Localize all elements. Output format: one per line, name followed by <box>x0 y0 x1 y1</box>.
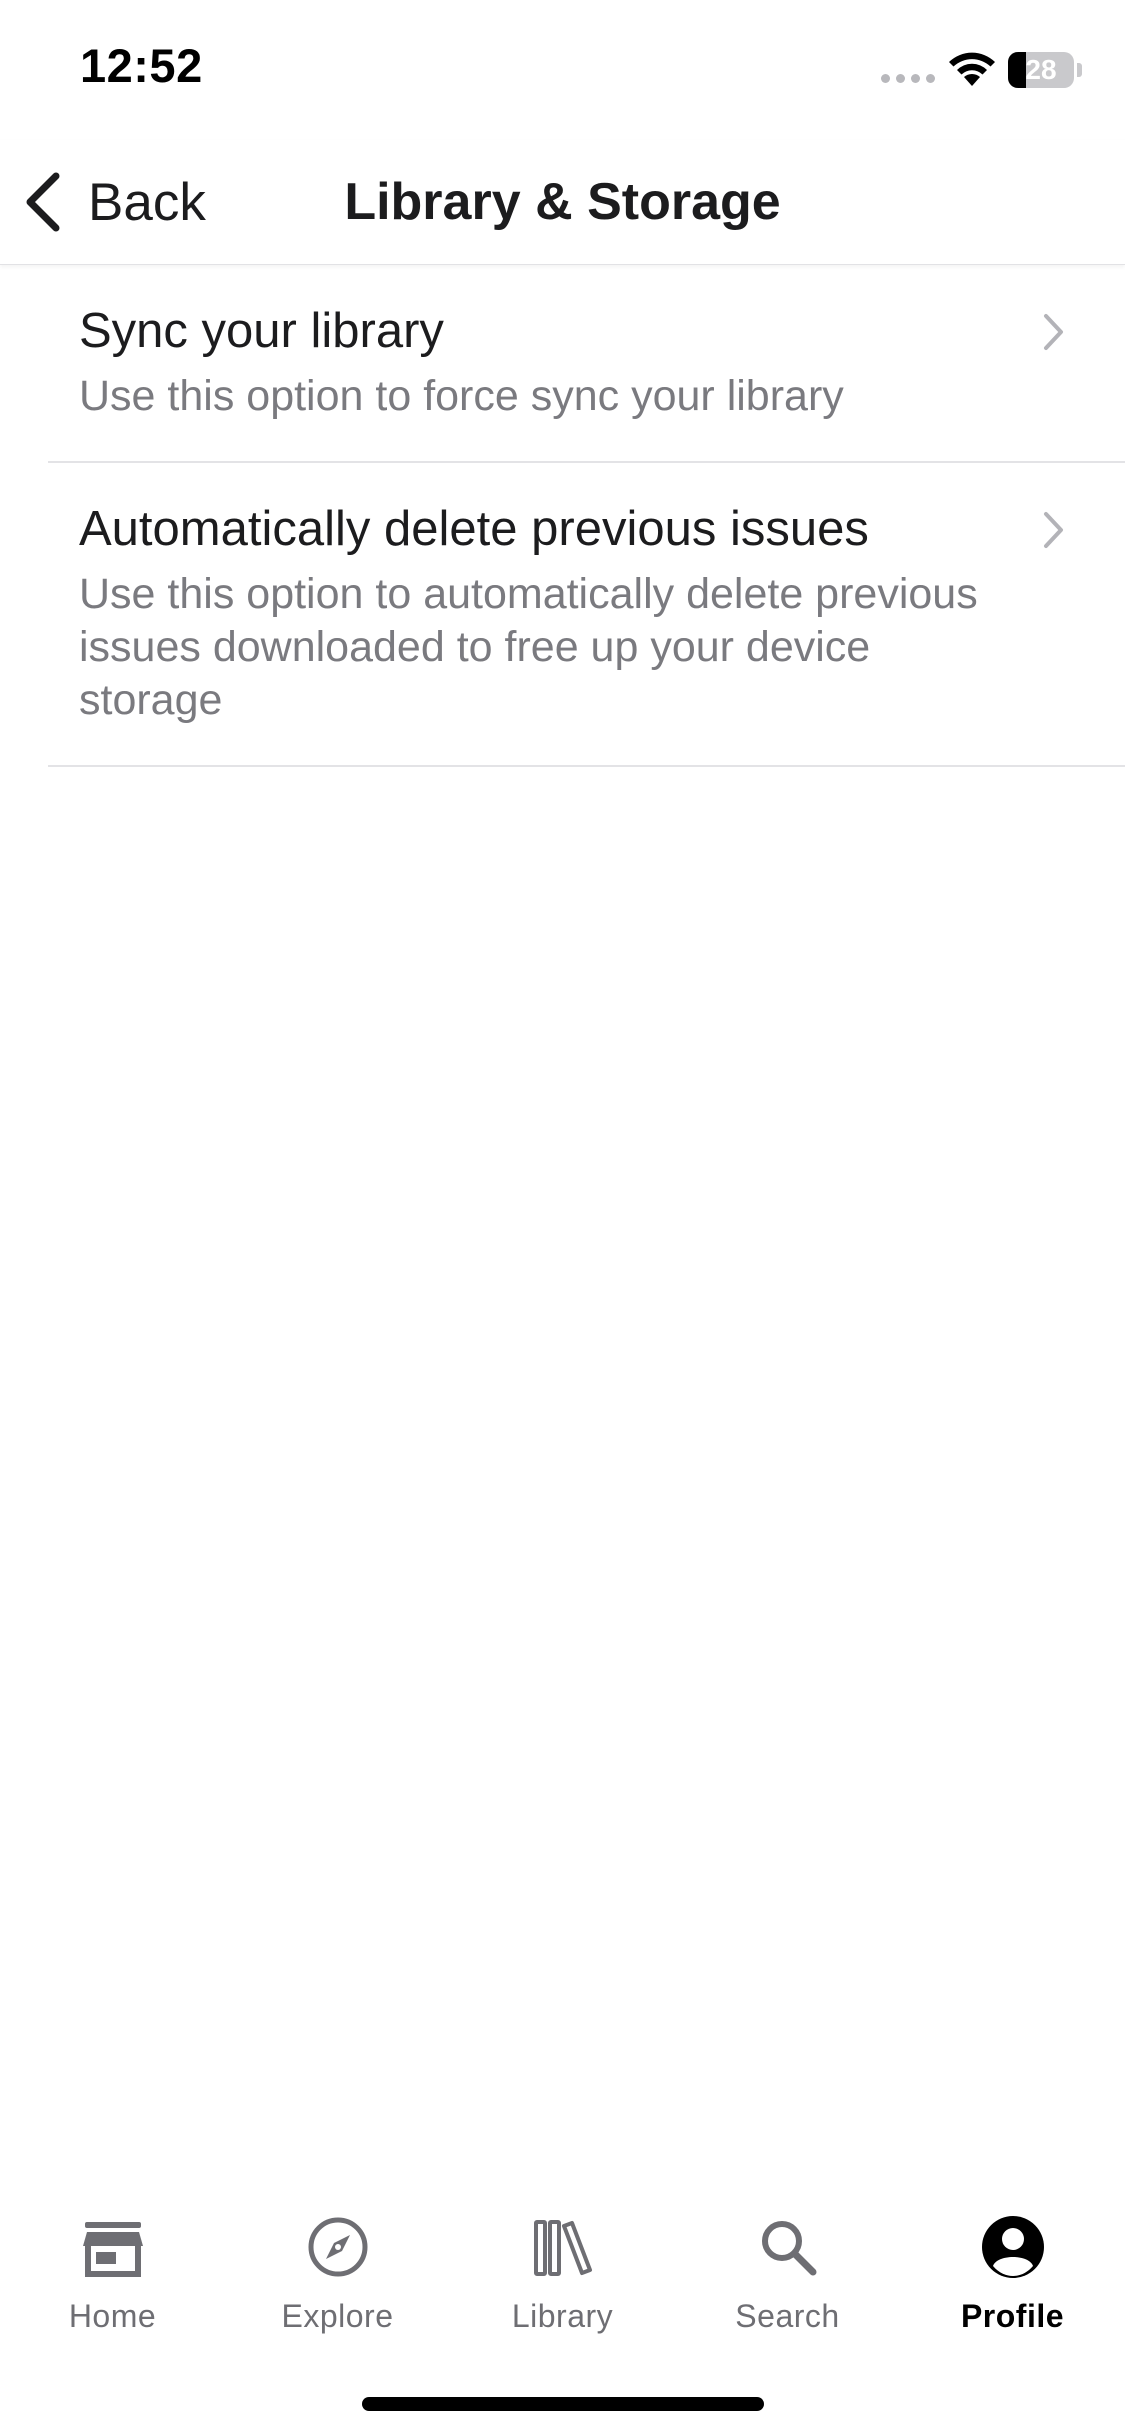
wifi-icon <box>949 52 995 86</box>
row-subtitle: Use this option to automatically delete … <box>79 570 978 724</box>
back-button[interactable]: Back <box>20 162 206 242</box>
tab-label: Home <box>68 2298 157 2334</box>
compass-icon <box>308 2217 367 2277</box>
row-title: Automatically delete previous issues <box>79 502 869 556</box>
row-title: Sync your library <box>79 304 444 358</box>
navigation-bar: Back Library & Storage <box>0 140 1125 265</box>
tab-label: Search <box>735 2298 840 2334</box>
row-subtitle: Use this option to force sync your libra… <box>79 372 844 420</box>
tab-label: Library <box>511 2298 614 2334</box>
account-circle-icon <box>981 2216 1044 2278</box>
chevron-right-icon <box>1044 512 1063 548</box>
chevron-right-icon <box>1044 314 1063 350</box>
status-bar: 12:52 28 <box>0 0 1125 140</box>
settings-list: Sync your library Use this option to for… <box>0 265 1125 767</box>
battery-nub <box>1077 63 1082 77</box>
home-indicator[interactable] <box>362 2397 764 2411</box>
tab-search[interactable]: Search <box>675 2180 900 2352</box>
battery-level: 28 <box>1025 54 1057 85</box>
back-label: Back <box>88 172 206 232</box>
tab-label: Profile <box>960 2298 1065 2334</box>
tab-bar: Home Explore Library Search Profile <box>0 2180 1125 2352</box>
status-time: 12:52 <box>80 39 203 92</box>
tab-library[interactable]: Library <box>450 2180 675 2352</box>
tab-explore[interactable]: Explore <box>225 2180 450 2352</box>
auto-delete-issues-row[interactable]: Automatically delete previous issues Use… <box>48 463 1125 767</box>
tab-label: Explore <box>281 2298 394 2334</box>
tab-home[interactable]: Home <box>0 2180 225 2352</box>
tab-profile[interactable]: Profile <box>900 2180 1125 2352</box>
signal-icon <box>881 74 935 83</box>
battery-icon: 28 <box>1008 52 1074 88</box>
chevron-left-icon <box>26 172 60 232</box>
sync-library-row[interactable]: Sync your library Use this option to for… <box>48 265 1125 463</box>
storefront-icon <box>82 2222 143 2277</box>
books-icon <box>533 2220 592 2276</box>
magnifier-icon <box>761 2221 816 2276</box>
